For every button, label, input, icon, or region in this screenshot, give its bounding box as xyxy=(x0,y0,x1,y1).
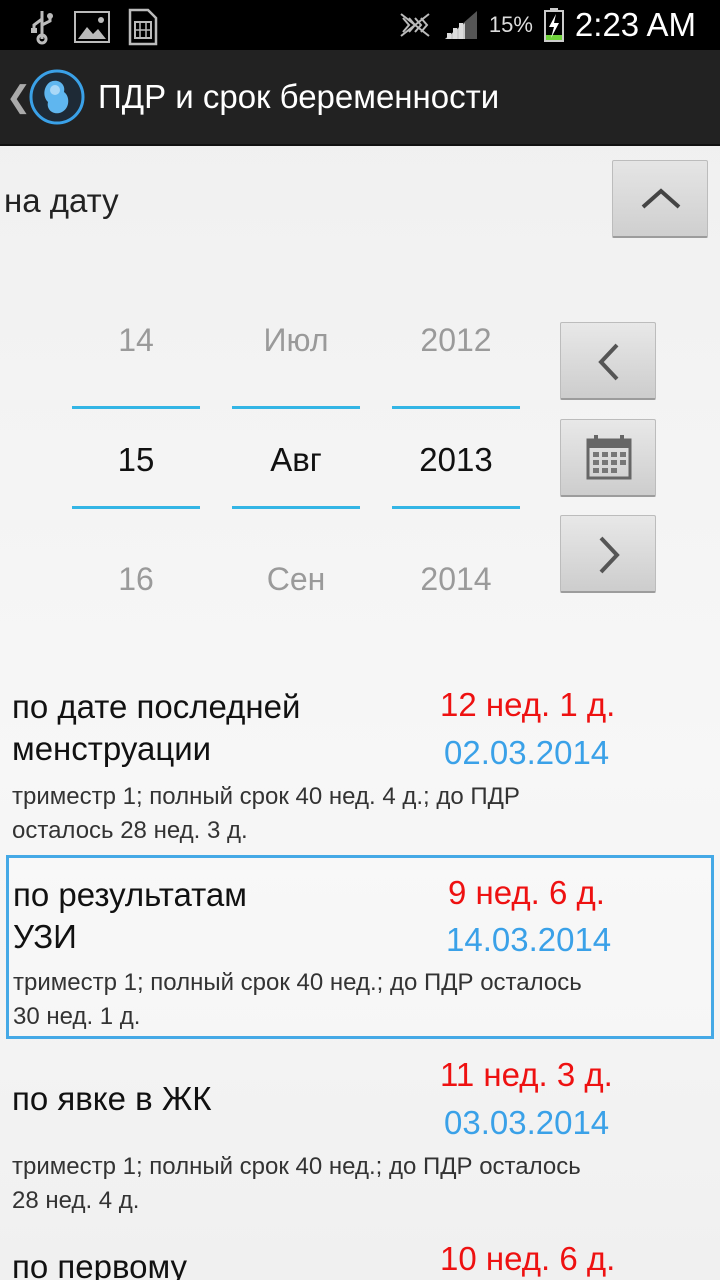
status-bar: 15% 2:23 AM xyxy=(0,0,720,50)
result-name-line: УЗИ xyxy=(13,918,77,955)
day-current[interactable]: 15 xyxy=(72,441,200,479)
picker-divider xyxy=(232,506,360,509)
chevron-left-icon xyxy=(598,343,619,381)
result-desc-line: триместр 1; полный срок 40 нед. 4 д.; до… xyxy=(12,783,520,810)
result-name-line: менструации xyxy=(12,730,212,767)
picker-divider xyxy=(392,506,520,509)
result-item-clinic-visit[interactable]: по явке в ЖК 11 нед. 3 д. 03.03.2014 три… xyxy=(6,1048,714,1228)
picker-divider xyxy=(392,406,520,409)
result-name: по результатам УЗИ xyxy=(13,874,247,958)
calendar-button[interactable] xyxy=(560,419,656,497)
result-name: по явке в ЖК xyxy=(12,1080,212,1117)
day-prev[interactable]: 14 xyxy=(72,322,200,359)
image-icon xyxy=(74,11,110,43)
battery-charging-icon xyxy=(543,8,564,42)
result-description: триместр 1; полный срок 40 нед.; до ПДР … xyxy=(13,966,703,1034)
result-item-lmp[interactable]: по дате последней менструации 12 нед. 1 … xyxy=(6,680,714,850)
result-due-date: 14.03.2014 xyxy=(446,921,612,958)
picker-divider xyxy=(72,406,200,409)
sim-card-icon xyxy=(128,8,158,46)
result-weeks: 11 нед. 3 д. xyxy=(440,1056,613,1093)
month-prev[interactable]: Июл xyxy=(232,322,360,359)
year-picker[interactable]: 2012 2013 2014 xyxy=(392,310,520,610)
date-label: на дату xyxy=(4,182,119,219)
picker-divider xyxy=(72,506,200,509)
calendar-icon xyxy=(586,435,632,480)
result-desc-line: триместр 1; полный срок 40 нед.; до ПДР … xyxy=(12,1153,581,1180)
month-current[interactable]: Авг xyxy=(232,441,360,479)
year-next[interactable]: 2014 xyxy=(392,561,520,598)
result-desc-line: триместр 1; полный срок 40 нед.; до ПДР … xyxy=(13,969,582,996)
screen-title: ПДР и срок беременности xyxy=(98,78,500,115)
result-name: по первому xyxy=(12,1248,188,1280)
result-description: триместр 1; полный срок 40 нед. 4 д.; до… xyxy=(12,780,702,848)
day-next[interactable]: 16 xyxy=(72,561,200,598)
clock: 2:23 AM xyxy=(574,6,696,43)
result-name-line: по результатам xyxy=(13,876,247,913)
no-sound-icon xyxy=(400,13,430,37)
next-day-button[interactable] xyxy=(560,515,656,593)
prev-day-button[interactable] xyxy=(560,322,656,400)
signal-icon xyxy=(444,11,477,39)
result-due-date: 02.03.2014 xyxy=(444,734,610,771)
month-next[interactable]: Сен xyxy=(232,561,360,598)
result-desc-line: 28 нед. 4 д. xyxy=(12,1187,140,1214)
year-prev[interactable]: 2012 xyxy=(392,322,520,359)
day-picker[interactable]: 14 15 16 xyxy=(72,310,200,610)
result-name-line: по дате последней xyxy=(12,688,301,725)
month-picker[interactable]: Июл Авг Сен xyxy=(232,310,360,610)
result-desc-line: осталось 28 нед. 3 д. xyxy=(12,817,248,844)
battery-percent: 15% xyxy=(488,12,533,37)
year-current[interactable]: 2013 xyxy=(392,441,520,479)
collapse-button[interactable] xyxy=(612,160,708,238)
app-logo-icon[interactable] xyxy=(28,68,86,126)
result-item-ultrasound[interactable]: по результатам УЗИ 9 нед. 6 д. 14.03.201… xyxy=(6,855,714,1039)
result-due-date: 03.03.2014 xyxy=(444,1104,610,1141)
result-description: триместр 1; полный срок 40 нед.; до ПДР … xyxy=(12,1150,702,1218)
result-weeks: 9 нед. 6 д. xyxy=(448,874,605,911)
result-item-first[interactable]: по первому 10 нед. 6 д. xyxy=(6,1236,714,1280)
result-name: по дате последней менструации xyxy=(12,686,300,770)
result-desc-line: 30 нед. 1 д. xyxy=(13,1003,141,1030)
chevron-up-icon xyxy=(641,188,681,209)
usb-icon xyxy=(31,11,53,45)
result-weeks: 12 нед. 1 д. xyxy=(440,686,616,723)
chevron-right-icon xyxy=(599,536,620,574)
action-bar: ❮ ПДР и срок беременности xyxy=(0,50,720,146)
picker-divider xyxy=(232,406,360,409)
result-weeks: 10 нед. 6 д. xyxy=(440,1240,616,1277)
